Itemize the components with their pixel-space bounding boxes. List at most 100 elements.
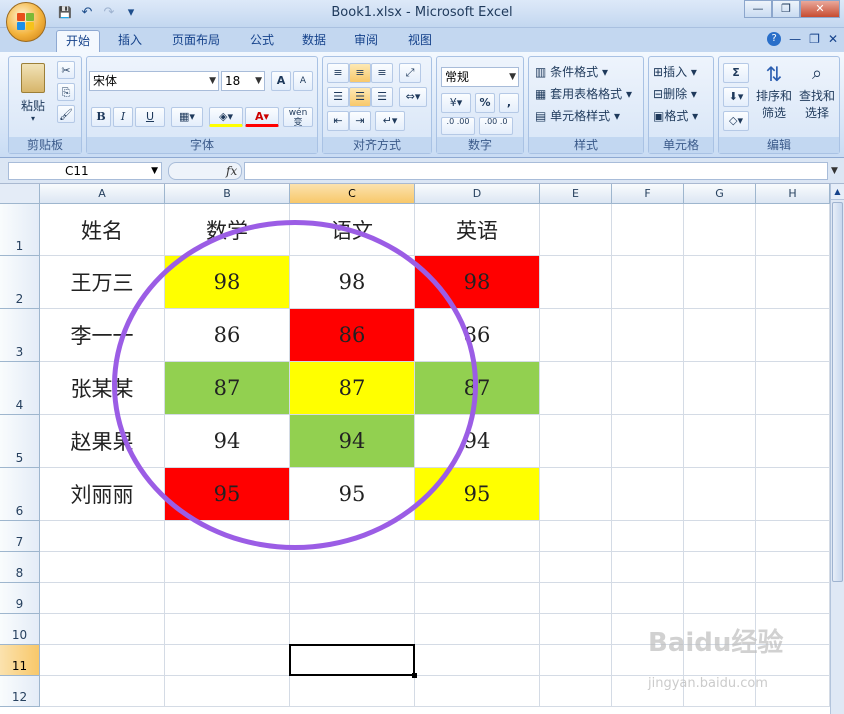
row-header-6[interactable]: 6	[0, 468, 40, 521]
tab-data[interactable]: 数据	[292, 30, 336, 52]
clear-icon[interactable]: ◇▾	[723, 111, 749, 131]
minimize-button[interactable]: —	[744, 0, 772, 18]
fill-color-icon[interactable]: ◈▾	[209, 107, 243, 127]
cell-h4[interactable]	[756, 362, 830, 415]
cell-g8[interactable]	[684, 552, 756, 583]
column-header-g[interactable]: G	[684, 184, 756, 204]
column-header-h[interactable]: H	[756, 184, 830, 204]
font-color-icon[interactable]: A▾	[245, 107, 279, 127]
row-header-9[interactable]: 9	[0, 583, 40, 614]
cell-e3[interactable]	[540, 309, 612, 362]
cell-b12[interactable]	[165, 676, 290, 707]
phonetic-icon[interactable]: wén 变	[283, 107, 313, 128]
cell-e4[interactable]	[540, 362, 612, 415]
tab-home[interactable]: 开始	[56, 30, 100, 52]
cell-g6[interactable]	[684, 468, 756, 521]
cell-h7[interactable]	[756, 521, 830, 552]
cell-e5[interactable]	[540, 415, 612, 468]
vertical-scrollbar[interactable]: ▲	[830, 184, 844, 714]
cell-e6[interactable]	[540, 468, 612, 521]
tab-formulas[interactable]: 公式	[240, 30, 284, 52]
percent-button[interactable]: %	[475, 93, 495, 113]
score-cell[interactable]: 94	[165, 415, 290, 468]
tab-page-layout[interactable]: 页面布局	[162, 30, 230, 52]
student-name-cell[interactable]: 刘丽丽	[40, 468, 165, 521]
cell-d7[interactable]	[415, 521, 540, 552]
name-box[interactable]: C11 ▼	[8, 162, 162, 180]
delete-cells-button[interactable]: ⊟删除 ▾	[653, 85, 697, 102]
cell-h6[interactable]	[756, 468, 830, 521]
row-header-12[interactable]: 12	[0, 676, 40, 707]
row-header-10[interactable]: 10	[0, 614, 40, 645]
cell-f1[interactable]	[612, 204, 684, 256]
score-cell[interactable]: 86	[165, 309, 290, 362]
align-middle-icon[interactable]: ≡	[349, 63, 371, 83]
office-button[interactable]	[6, 2, 46, 42]
cell-d12[interactable]	[415, 676, 540, 707]
cell-e7[interactable]	[540, 521, 612, 552]
cell-e8[interactable]	[540, 552, 612, 583]
cell-f7[interactable]	[612, 521, 684, 552]
format-as-table-button[interactable]: ▦ 套用表格格式 ▾	[535, 85, 632, 102]
cell-f8[interactable]	[612, 552, 684, 583]
close-button[interactable]: ✕	[800, 0, 840, 18]
cell-h1[interactable]	[756, 204, 830, 256]
header-subject-cell[interactable]: 数学	[165, 204, 290, 256]
cell-g1[interactable]	[684, 204, 756, 256]
cell-g2[interactable]	[684, 256, 756, 309]
currency-icon[interactable]: ¥▾	[441, 93, 471, 113]
cell-f5[interactable]	[612, 415, 684, 468]
cell-g3[interactable]	[684, 309, 756, 362]
cell-a11[interactable]	[40, 645, 165, 676]
align-right-icon[interactable]: ☰	[371, 87, 393, 107]
increase-indent-icon[interactable]: ⇥	[349, 111, 371, 131]
cut-icon[interactable]: ✂	[57, 61, 75, 79]
cell-c7[interactable]	[290, 521, 415, 552]
row-header-3[interactable]: 3	[0, 309, 40, 362]
fill-icon[interactable]: ⬇▾	[723, 87, 749, 107]
cell-e9[interactable]	[540, 583, 612, 614]
score-cell[interactable]: 94	[290, 415, 415, 468]
cell-b8[interactable]	[165, 552, 290, 583]
bold-button[interactable]: B	[91, 107, 111, 127]
cell-d9[interactable]	[415, 583, 540, 614]
cell-c10[interactable]	[290, 614, 415, 645]
column-header-f[interactable]: F	[612, 184, 684, 204]
align-left-icon[interactable]: ☰	[327, 87, 349, 107]
increase-decimal-button[interactable]: .0 .00	[441, 117, 475, 135]
align-center-icon[interactable]: ☰	[349, 87, 371, 107]
shrink-font-button[interactable]: A	[293, 71, 313, 91]
ribbon-close-icon[interactable]: ✕	[828, 32, 838, 46]
score-cell[interactable]: 87	[165, 362, 290, 415]
cell-a10[interactable]	[40, 614, 165, 645]
cell-f2[interactable]	[612, 256, 684, 309]
copy-icon[interactable]: ⎘	[57, 83, 75, 101]
cell-e10[interactable]	[540, 614, 612, 645]
row-header-2[interactable]: 2	[0, 256, 40, 309]
student-name-cell[interactable]: 王万三	[40, 256, 165, 309]
active-cell-cursor[interactable]	[289, 644, 417, 678]
row-header-8[interactable]: 8	[0, 552, 40, 583]
row-header-4[interactable]: 4	[0, 362, 40, 415]
ribbon-minimize-icon[interactable]: —	[789, 32, 801, 46]
cell-d10[interactable]	[415, 614, 540, 645]
score-cell[interactable]: 98	[415, 256, 540, 309]
header-name-cell[interactable]: 姓名	[40, 204, 165, 256]
format-cells-button[interactable]: ▣格式 ▾	[653, 107, 698, 124]
insert-cells-button[interactable]: ⊞插入 ▾	[653, 63, 697, 80]
cell-h3[interactable]	[756, 309, 830, 362]
cell-a7[interactable]	[40, 521, 165, 552]
scroll-up-icon[interactable]: ▲	[831, 184, 844, 200]
cell-h2[interactable]	[756, 256, 830, 309]
row-header-7[interactable]: 7	[0, 521, 40, 552]
cell-g9[interactable]	[684, 583, 756, 614]
tab-review[interactable]: 审阅	[344, 30, 388, 52]
cell-e12[interactable]	[540, 676, 612, 707]
restore-button[interactable]: ❐	[772, 0, 800, 18]
decrease-indent-icon[interactable]: ⇤	[327, 111, 349, 131]
wrap-text-icon[interactable]: ↵▾	[375, 111, 405, 131]
font-family-select[interactable]: 宋体 ▼	[89, 71, 219, 91]
cell-f4[interactable]	[612, 362, 684, 415]
cell-h8[interactable]	[756, 552, 830, 583]
insert-function-icon[interactable]: fx	[226, 164, 237, 178]
